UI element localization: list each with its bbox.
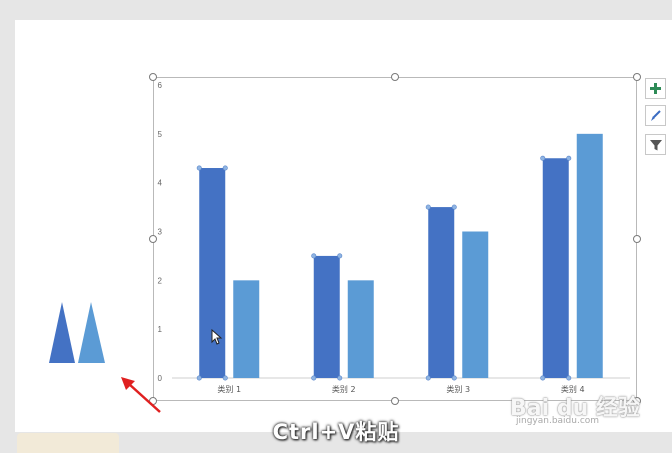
bar-series1-cat4[interactable] bbox=[542, 158, 569, 378]
triangle-dark bbox=[49, 302, 75, 363]
y-tick-label: 6 bbox=[158, 81, 163, 90]
bar-series1-cat3[interactable] bbox=[428, 207, 455, 378]
bar-selection-handle[interactable] bbox=[451, 375, 457, 381]
bar-selection-handle[interactable] bbox=[540, 375, 546, 381]
bar-selection-handle[interactable] bbox=[451, 204, 457, 210]
bar-selection-handle[interactable] bbox=[311, 253, 317, 259]
y-tick-label: 1 bbox=[158, 325, 163, 334]
bar-series2-cat1[interactable] bbox=[233, 280, 260, 378]
bar-selection-handle[interactable] bbox=[337, 253, 343, 259]
x-category-label: 类别 2 bbox=[332, 384, 356, 394]
y-tick-label: 2 bbox=[158, 276, 163, 285]
baidu-watermark: Bai du 经验 jingyan.baidu.com bbox=[510, 390, 660, 430]
bar-series2-cat4[interactable] bbox=[576, 133, 603, 378]
x-category-label: 类别 3 bbox=[446, 384, 470, 394]
bars bbox=[196, 133, 603, 381]
y-tick-label: 5 bbox=[158, 130, 163, 139]
y-tick-label: 4 bbox=[158, 179, 163, 188]
bar-selection-handle[interactable] bbox=[337, 375, 343, 381]
y-tick-label: 3 bbox=[158, 228, 163, 237]
bar-series1-cat1[interactable] bbox=[199, 168, 226, 378]
bar-selection-handle[interactable] bbox=[196, 375, 202, 381]
pasted-triangle-shapes[interactable] bbox=[48, 300, 108, 366]
bar-selection-handle[interactable] bbox=[425, 204, 431, 210]
bar-selection-handle[interactable] bbox=[566, 375, 572, 381]
bar-selection-handle[interactable] bbox=[311, 375, 317, 381]
bar-series2-cat2[interactable] bbox=[347, 280, 374, 378]
bar-series1-cat2[interactable] bbox=[313, 255, 340, 378]
bar-selection-handle[interactable] bbox=[540, 155, 546, 161]
bar-selection-handle[interactable] bbox=[425, 375, 431, 381]
watermark-sub: jingyan.baidu.com bbox=[516, 416, 600, 426]
mouse-cursor-icon bbox=[211, 329, 223, 345]
bar-selection-handle[interactable] bbox=[222, 165, 228, 171]
bar-selection-handle[interactable] bbox=[222, 375, 228, 381]
bar-selection-handle[interactable] bbox=[566, 155, 572, 161]
y-axis-ticks: 0123456 bbox=[158, 81, 163, 383]
triangle-light bbox=[78, 302, 105, 363]
x-category-label: 类别 1 bbox=[217, 384, 241, 394]
bar-series2-cat3[interactable] bbox=[462, 231, 489, 379]
bar-selection-handle[interactable] bbox=[196, 165, 202, 171]
red-arrow-annotation bbox=[121, 377, 161, 413]
bar-chart[interactable]: 0123456 类别 1 类别 2 类别 3 类别 4 bbox=[0, 0, 672, 450]
